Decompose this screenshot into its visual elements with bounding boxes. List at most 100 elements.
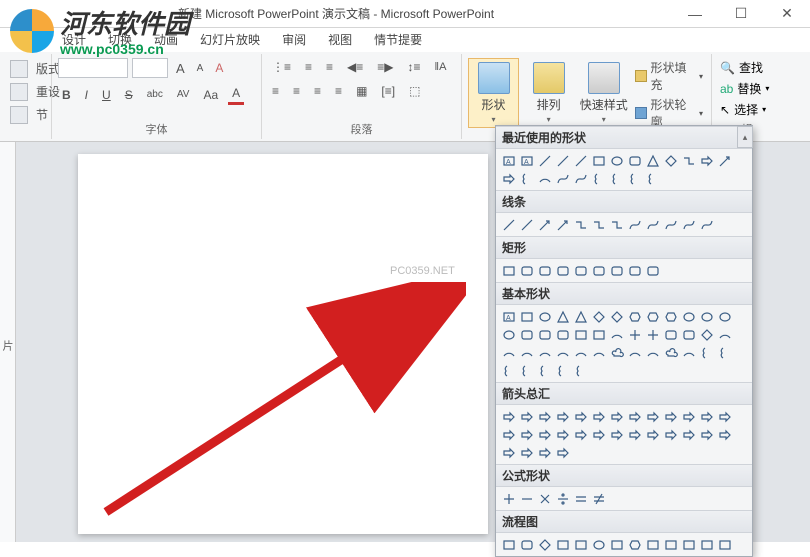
shape-option[interactable] [698,408,715,425]
list-level-button[interactable]: ≡ [322,58,337,76]
shape-option[interactable] [644,426,661,443]
font-color-button[interactable]: A [228,84,244,105]
shape-option[interactable] [626,536,643,553]
shape-option[interactable] [500,216,517,233]
shape-option[interactable] [590,170,607,187]
align-right-button[interactable]: ≡ [310,82,325,100]
line-spacing-button[interactable]: ↕≡ [404,58,425,76]
shape-option[interactable] [608,170,625,187]
shape-option[interactable] [554,490,571,507]
shape-option[interactable] [500,170,517,187]
shape-option[interactable] [698,536,715,553]
tab-review[interactable]: 审阅 [280,27,308,52]
section-button[interactable]: 节 [32,104,52,125]
font-size-combo[interactable] [132,58,168,78]
underline-button[interactable]: U [98,86,115,104]
shape-option[interactable] [590,426,607,443]
shape-option[interactable] [716,152,733,169]
justify-button[interactable]: ≡ [331,82,346,100]
strike-button[interactable]: S [121,86,137,104]
shape-option[interactable] [500,490,517,507]
shape-option[interactable] [608,216,625,233]
shape-option[interactable] [572,216,589,233]
shape-option[interactable] [572,408,589,425]
bold-button[interactable]: B [58,86,75,104]
smartart-button[interactable]: ⬚ [405,82,424,100]
shape-option[interactable] [698,152,715,169]
shape-option[interactable] [698,216,715,233]
shape-option[interactable] [572,262,589,279]
shape-option[interactable] [554,344,571,361]
shape-option[interactable] [536,152,553,169]
shape-option[interactable] [644,152,661,169]
align-center-button[interactable]: ≡ [289,82,304,100]
shape-option[interactable] [662,408,679,425]
shape-option[interactable] [644,344,661,361]
shape-option[interactable] [608,308,625,325]
shape-option[interactable] [500,536,517,553]
shape-fill-button[interactable]: 形状填充▾ [633,58,705,94]
shrink-font-button[interactable]: A [193,61,208,76]
shape-option[interactable] [680,536,697,553]
shape-option[interactable] [518,444,535,461]
quick-styles-button[interactable]: 快速样式 ▾ [578,58,629,128]
shape-option[interactable] [554,362,571,379]
shape-option[interactable] [536,344,553,361]
shape-option[interactable] [644,262,661,279]
shape-option[interactable]: A [518,152,535,169]
shape-option[interactable] [608,152,625,169]
shape-option[interactable] [698,426,715,443]
shape-option[interactable] [536,262,553,279]
shape-option[interactable] [608,262,625,279]
slide-panel-tab[interactable]: 片 [0,142,16,542]
shape-option[interactable] [572,152,589,169]
text-direction-button[interactable]: ‖A [431,59,451,75]
shape-option[interactable] [590,408,607,425]
shape-option[interactable] [590,152,607,169]
shape-option[interactable] [518,490,535,507]
shape-option[interactable] [662,308,679,325]
shape-option[interactable] [716,344,733,361]
shape-option[interactable] [590,308,607,325]
shape-option[interactable] [536,216,553,233]
shape-option[interactable] [554,216,571,233]
shape-option[interactable] [518,170,535,187]
shape-option[interactable]: A [500,152,517,169]
shape-option[interactable] [518,408,535,425]
tab-storyboard[interactable]: 情节提要 [372,27,424,52]
shape-option[interactable] [626,408,643,425]
tab-view[interactable]: 视图 [326,27,354,52]
shape-option[interactable] [554,408,571,425]
shape-option[interactable] [536,426,553,443]
shadow-button[interactable]: abc [143,87,167,102]
shape-option[interactable] [608,408,625,425]
shape-option[interactable] [554,326,571,343]
shape-option[interactable] [626,152,643,169]
clear-format-button[interactable]: A [211,59,227,77]
select-button[interactable]: ↖选择▾ [718,100,768,119]
slide[interactable] [78,154,488,534]
shape-option[interactable] [518,308,535,325]
shape-option[interactable] [536,308,553,325]
align-text-button[interactable]: [≡] [377,82,399,100]
shape-option[interactable] [626,326,643,343]
shape-option[interactable] [698,308,715,325]
char-spacing-button[interactable]: AV [173,87,194,102]
shape-option[interactable] [518,426,535,443]
shape-option[interactable] [500,408,517,425]
shape-option[interactable] [572,344,589,361]
shape-option[interactable] [536,362,553,379]
shape-option[interactable] [500,444,517,461]
shape-option[interactable] [626,308,643,325]
shape-option[interactable] [680,344,697,361]
shape-option[interactable] [536,444,553,461]
shape-option[interactable] [518,262,535,279]
shape-option[interactable] [716,408,733,425]
shape-option[interactable] [680,408,697,425]
shape-option[interactable] [518,216,535,233]
arrange-button[interactable]: 排列 ▾ [523,58,574,128]
shape-option[interactable] [500,262,517,279]
shape-option[interactable] [518,344,535,361]
shape-option[interactable] [662,152,679,169]
shape-option[interactable] [698,326,715,343]
